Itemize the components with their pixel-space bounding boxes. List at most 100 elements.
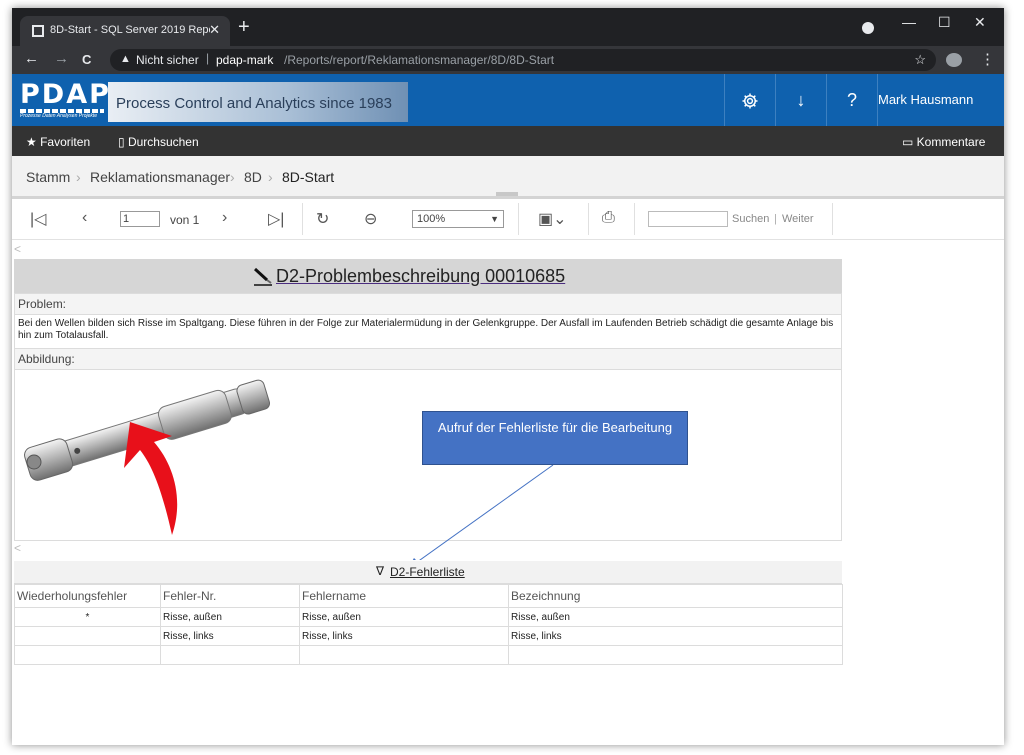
browse-button[interactable]: ▯ Durchsuchen bbox=[118, 135, 199, 149]
column-header: Wiederholungsfehler bbox=[14, 584, 161, 608]
defects-title[interactable]: D2-Fehlerliste bbox=[390, 565, 465, 579]
nav-bar: ★ Favoriten ▯ Durchsuchen ▭ Kommentare bbox=[12, 126, 1004, 156]
document-icon: ▯ bbox=[118, 135, 128, 149]
pdap-logo: PDAP Prozesse Daten Analysen Projekte bbox=[20, 79, 109, 119]
table-row: * Risse, außen Risse, außen Risse, außen bbox=[14, 607, 843, 627]
extension-icon[interactable] bbox=[946, 53, 962, 67]
back-to-parent-icon[interactable]: ⊖ bbox=[364, 209, 377, 229]
column-header: Fehlername bbox=[299, 584, 509, 608]
tab-strip: 8D-Start - SQL Server 2019 Repor ✕ + — ☐… bbox=[12, 8, 1004, 46]
comment-icon: ▭ bbox=[902, 135, 917, 149]
back-icon[interactable]: ← bbox=[24, 50, 39, 67]
comments-label: Kommentare bbox=[916, 135, 986, 149]
browser-toolbar: ← → C ▲ Nicht sicher | pdap-mark /Report… bbox=[12, 46, 1004, 74]
download-button[interactable]: ↓ bbox=[775, 74, 826, 126]
last-page-icon[interactable]: ▷| bbox=[268, 209, 284, 229]
find-input[interactable] bbox=[648, 211, 728, 227]
reload-icon[interactable]: C bbox=[82, 52, 91, 67]
cardan-shaft-image bbox=[24, 379, 554, 560]
drillback-icon[interactable]: < bbox=[14, 541, 21, 555]
toolbar-separator bbox=[302, 203, 303, 235]
find-next-button[interactable]: Weiter bbox=[782, 213, 814, 225]
find-button[interactable]: Suchen bbox=[732, 213, 769, 225]
next-page-icon[interactable]: › bbox=[222, 209, 227, 227]
table-row: Risse, links Risse, links Risse, links bbox=[14, 626, 843, 646]
breadcrumb-item-reklamationsmanager[interactable]: Reklamationsmanager bbox=[90, 169, 230, 185]
breadcrumb-chevron-icon: › bbox=[230, 169, 235, 185]
annotation-callout: Aufruf der Fehlerliste für die Bearbeitu… bbox=[422, 411, 688, 465]
browser-window: 8D-Start - SQL Server 2019 Repor ✕ + — ☐… bbox=[12, 8, 1004, 745]
report-toolbar: |◁ ‹ 1 von 1 › ▷| ↻ ⊖ 100% ▼ ▣⌄ ⎙ Suchen… bbox=[12, 199, 1004, 240]
image-label-row: Abbildung: bbox=[14, 349, 842, 370]
favorites-button[interactable]: ★ Favoriten bbox=[26, 135, 90, 149]
image-label: Abbildung: bbox=[18, 352, 75, 366]
help-button[interactable]: ? bbox=[826, 74, 877, 126]
close-window-icon[interactable]: ✕ bbox=[974, 14, 986, 31]
breadcrumb-chevron-icon: › bbox=[76, 169, 81, 185]
table-row bbox=[14, 645, 843, 665]
defects-table: Wiederholungsfehler Fehler-Nr. Fehlernam… bbox=[14, 584, 843, 665]
first-page-icon[interactable]: |◁ bbox=[30, 209, 46, 229]
minimize-icon[interactable]: — bbox=[902, 14, 916, 30]
breadcrumb-item-home[interactable]: Stamm bbox=[26, 169, 70, 185]
table-cell: Risse, außen bbox=[508, 607, 843, 627]
browse-label: Durchsuchen bbox=[127, 135, 199, 149]
warning-icon: ▲ bbox=[120, 53, 131, 65]
previous-page-icon[interactable]: ‹ bbox=[82, 209, 87, 227]
tab-title: 8D-Start - SQL Server 2019 Repor bbox=[50, 24, 210, 36]
table-cell bbox=[299, 645, 509, 665]
address-bar[interactable]: ▲ Nicht sicher | pdap-mark /Reports/repo… bbox=[110, 49, 936, 71]
table-header-row: Wiederholungsfehler Fehler-Nr. Fehlernam… bbox=[14, 584, 843, 608]
address-separator: | bbox=[206, 51, 210, 65]
toolbar-separator bbox=[518, 203, 519, 235]
browser-menu-icon[interactable]: ⋮ bbox=[980, 50, 995, 68]
toolbar-separator bbox=[832, 203, 833, 235]
help-icon: ? bbox=[846, 90, 857, 110]
column-header: Bezeichnung bbox=[508, 584, 843, 608]
url-host: pdap-mark bbox=[216, 53, 274, 67]
report-icon bbox=[32, 25, 44, 37]
tab-close-icon[interactable]: ✕ bbox=[209, 22, 220, 38]
chevron-down-icon: ▼ bbox=[490, 214, 499, 224]
zoom-select[interactable]: 100% ▼ bbox=[412, 210, 504, 228]
report-title[interactable]: D2-Problembeschreibung 00010685 bbox=[246, 266, 565, 287]
table-cell: * bbox=[14, 607, 161, 627]
new-tab-icon[interactable]: + bbox=[238, 17, 250, 37]
breadcrumb-chevron-icon: › bbox=[268, 169, 273, 185]
table-cell: Risse, außen bbox=[160, 607, 300, 627]
problem-text: Bei den Wellen bilden sich Risse im Spal… bbox=[18, 318, 834, 341]
refresh-icon[interactable]: ↻ bbox=[316, 209, 329, 229]
table-cell bbox=[14, 626, 161, 646]
print-icon[interactable]: ⎙ bbox=[602, 209, 615, 227]
user-name[interactable]: Mark Hausmann bbox=[878, 92, 973, 107]
problem-label-row: Problem: bbox=[14, 293, 842, 315]
settings-button[interactable] bbox=[724, 74, 775, 126]
report-header: D2-Problembeschreibung 00010685 bbox=[14, 259, 842, 293]
forward-icon[interactable]: → bbox=[54, 50, 69, 67]
table-cell bbox=[14, 645, 161, 665]
drillback-icon[interactable]: < bbox=[14, 242, 21, 256]
comments-button[interactable]: ▭ Kommentare bbox=[902, 135, 985, 149]
security-status[interactable]: Nicht sicher bbox=[136, 53, 199, 67]
favorites-label: Favoriten bbox=[40, 135, 91, 149]
breadcrumb-item-current: 8D-Start bbox=[282, 169, 335, 185]
logo-text: PDAP bbox=[20, 79, 111, 110]
download-icon: ↓ bbox=[796, 90, 806, 110]
gear-icon bbox=[742, 93, 758, 109]
app-header: PDAP Prozesse Daten Analysen Projekte Pr… bbox=[12, 74, 1004, 126]
bookmark-star-icon[interactable]: ☆ bbox=[914, 52, 926, 68]
problem-description: Bei den Wellen bilden sich Risse im Spal… bbox=[14, 314, 842, 349]
collapse-toggle-icon[interactable]: ∇ bbox=[376, 564, 384, 578]
toolbar-separator bbox=[588, 203, 589, 235]
export-save-icon[interactable]: ▣⌄ bbox=[538, 209, 567, 229]
browser-tab[interactable]: 8D-Start - SQL Server 2019 Repor ✕ bbox=[20, 16, 230, 46]
logo-subtitle: Prozesse Daten Analysen Projekte bbox=[20, 113, 98, 119]
breadcrumb-item-8d[interactable]: 8D bbox=[244, 169, 262, 185]
profile-icon[interactable] bbox=[862, 22, 874, 34]
table-cell: Risse, links bbox=[508, 626, 843, 646]
column-header: Fehler-Nr. bbox=[160, 584, 300, 608]
maximize-icon[interactable]: ☐ bbox=[938, 14, 951, 31]
page-number-input[interactable]: 1 bbox=[120, 211, 160, 227]
table-cell: Risse, links bbox=[160, 626, 300, 646]
page-count-label: von 1 bbox=[170, 213, 200, 227]
